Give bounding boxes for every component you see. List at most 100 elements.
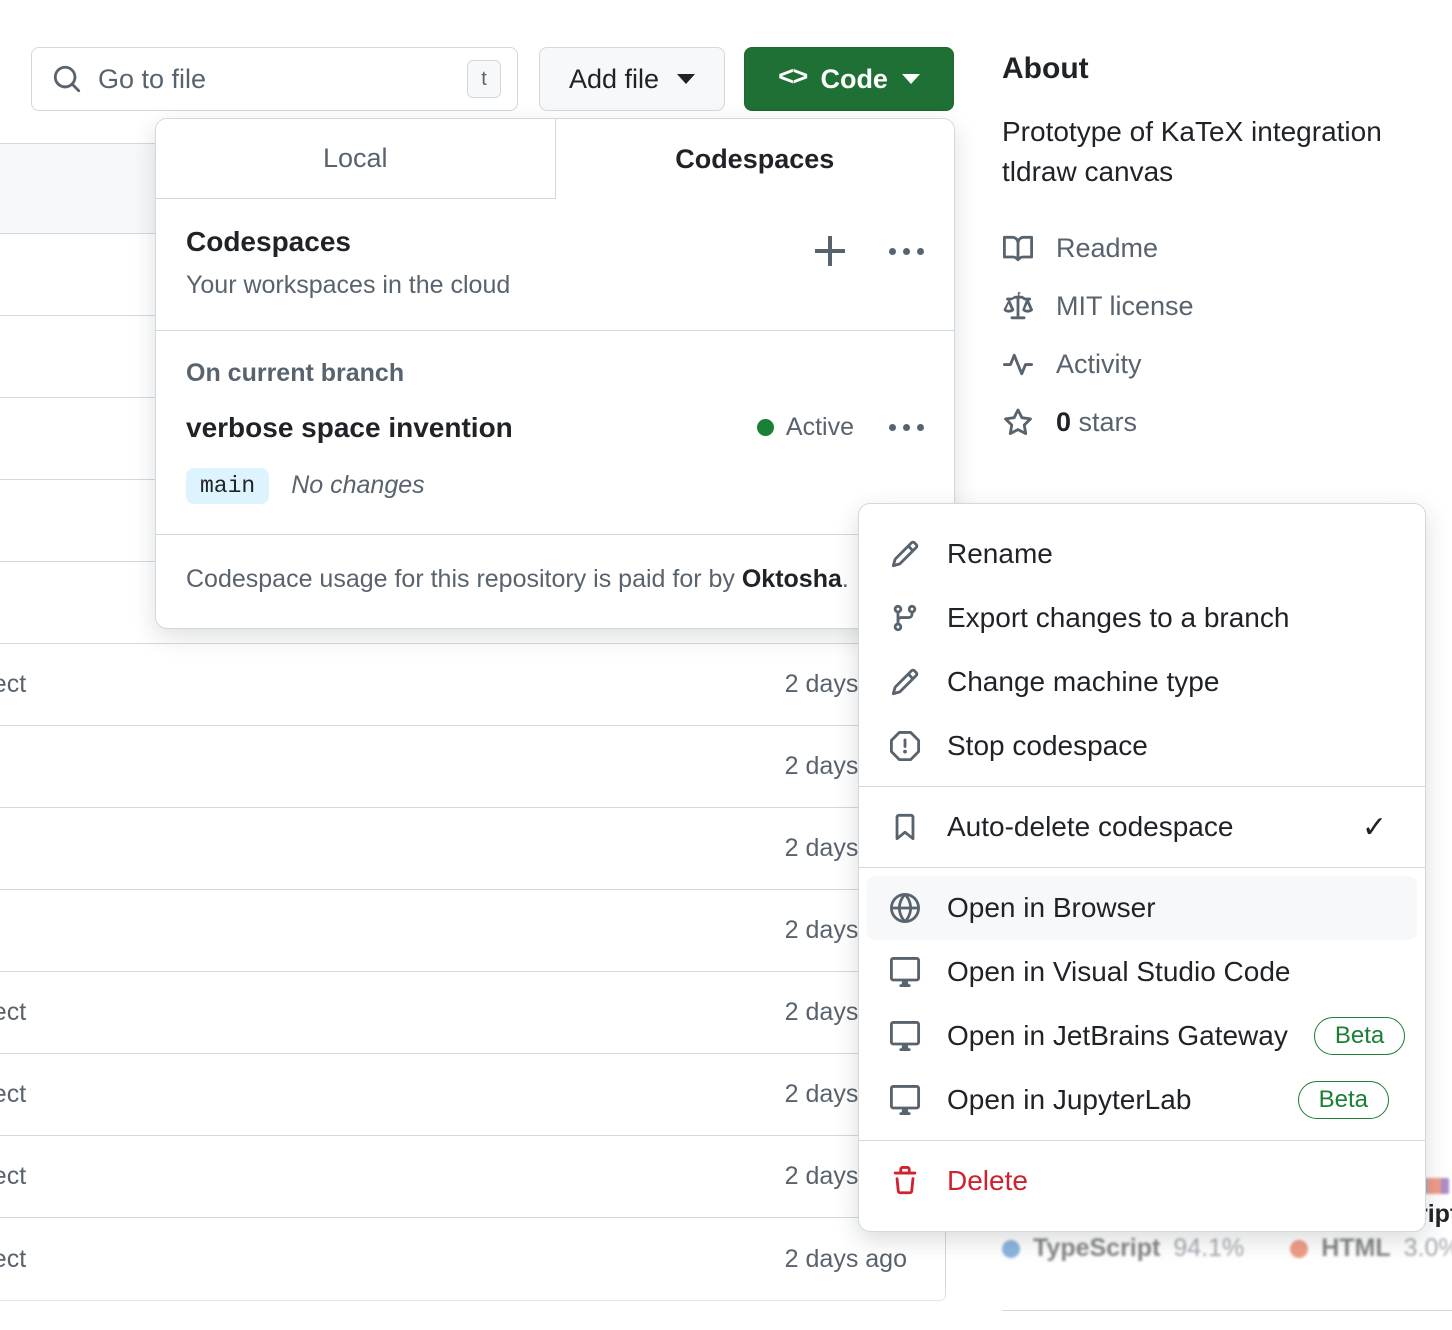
menu-item-open-in-jetbrains-gateway[interactable]: Open in JetBrains Gateway Beta xyxy=(867,1004,1417,1068)
menu-item-auto-delete-codespace[interactable]: Auto-delete codespace ✓ xyxy=(867,795,1417,859)
menu-group: Open in Browser Open in Visual Studio Cod… xyxy=(859,868,1425,1140)
language-percent: 94.1% xyxy=(1173,1234,1245,1262)
billing-text-before: Codespace usage for this repository is p… xyxy=(186,564,742,593)
codespace-list-item[interactable]: verbose space invention Active main No c… xyxy=(156,388,954,535)
codespace-status-label: Active xyxy=(785,413,854,442)
repo-page: eanupdicator sizeit empty tldrit empty t… xyxy=(0,0,1452,1330)
codespaces-title: Codespaces xyxy=(186,226,351,257)
language-bar-segment xyxy=(1440,1178,1450,1194)
add-file-label: Add file xyxy=(568,63,660,94)
menu-item-change-machine-type[interactable]: Change machine type xyxy=(867,650,1417,714)
about-link-0-stars[interactable]: 0 stars xyxy=(1002,394,1452,452)
about-link-activity[interactable]: Activity xyxy=(1002,336,1452,394)
codespaces-more-button[interactable] xyxy=(888,233,924,269)
table-row[interactable]: eanup2 days ago xyxy=(0,726,945,808)
device-desktop-icon xyxy=(889,1020,921,1052)
menu-item-open-in-browser[interactable]: Open in Browser xyxy=(867,876,1417,940)
kebab-horizontal-icon xyxy=(888,424,924,432)
beta-badge: Beta xyxy=(1297,1081,1389,1119)
menu-item-open-in-jupyterlab[interactable]: Open in JupyterLab Beta xyxy=(867,1068,1417,1132)
new-codespace-button[interactable] xyxy=(812,233,848,269)
code-panel-tablist: Local Codespaces xyxy=(156,119,954,199)
commit-message: it empty tldraw project xyxy=(0,1080,27,1108)
beta-badge: Beta xyxy=(1313,1017,1406,1055)
menu-item-export-changes-to-a-branch[interactable]: Export changes to a branch xyxy=(867,586,1417,650)
language-name: TypeScript xyxy=(1033,1234,1161,1262)
language-legend-item[interactable]: HTML 3.0% xyxy=(1290,1234,1452,1263)
table-row[interactable]: it empty tldraw project2 days ago xyxy=(0,1218,945,1300)
menu-item-label: Open in Visual Studio Code xyxy=(947,956,1291,987)
menu-item-stop-codespace[interactable]: Stop codespace xyxy=(867,714,1417,778)
menu-group: Auto-delete codespace ✓ xyxy=(859,787,1425,867)
menu-item-open-in-visual-studio-code[interactable]: Open in Visual Studio Code xyxy=(867,940,1417,1004)
add-file-button[interactable]: Add file xyxy=(539,47,725,111)
status-dot-icon xyxy=(756,419,774,437)
table-row[interactable]: it empty tldraw project2 days ago xyxy=(0,644,945,726)
tab-local[interactable]: Local xyxy=(156,119,556,199)
menu-item-delete[interactable]: Delete xyxy=(867,1149,1417,1213)
menu-item-label: Export changes to a branch xyxy=(947,602,1290,633)
tab-codespaces[interactable]: Codespaces xyxy=(555,119,954,199)
device-desktop-icon xyxy=(889,956,921,988)
about-sidebar: About Prototype of KaTeX integration tld… xyxy=(1002,52,1452,452)
language-percent: 3.0% xyxy=(1403,1234,1452,1262)
codespaces-billing-footer: Codespace usage for this repository is p… xyxy=(156,535,954,628)
about-link-mit-license[interactable]: MIT license xyxy=(1002,278,1452,336)
table-row[interactable]: it empty tldraw project2 days ago xyxy=(0,1136,945,1218)
about-link-label: MIT license xyxy=(1056,291,1194,321)
commit-message: rmula renders! xyxy=(0,916,785,945)
table-row[interactable]: rmula renders!2 days ago xyxy=(0,890,945,972)
billing-org: Oktosha xyxy=(741,564,842,593)
code-button-label: Code xyxy=(820,63,888,94)
about-links-list: Readme MIT license Activity 0 stars xyxy=(1002,220,1452,452)
search-icon xyxy=(53,65,81,93)
stop-icon xyxy=(889,730,921,762)
search-placeholder: Go to file xyxy=(98,63,207,94)
commit-message: rmula renders! xyxy=(0,834,785,863)
language-name: HTML xyxy=(1321,1234,1391,1262)
trash-icon xyxy=(889,1165,921,1197)
code-button[interactable]: <> Code xyxy=(744,47,954,111)
menu-item-label: Change machine type xyxy=(947,666,1220,697)
about-heading: About xyxy=(1002,52,1089,85)
language-color-dot xyxy=(1002,1239,1020,1258)
chevron-down-icon xyxy=(901,74,920,84)
table-row[interactable]: it empty tldraw project2 days ago xyxy=(0,1054,945,1136)
commit-message: eanup xyxy=(0,752,785,781)
table-row[interactable]: it empty tldraw project2 days ago xyxy=(0,972,945,1054)
tab-local-label: Local xyxy=(322,143,388,173)
codespace-branch-badge: main xyxy=(186,467,270,504)
chevron-down-icon xyxy=(677,74,696,84)
commit-message: it empty tldraw project xyxy=(0,670,27,698)
git-branch-icon xyxy=(889,602,921,634)
code-brackets-icon: <> xyxy=(778,64,808,94)
menu-item-label: Open in JetBrains Gateway xyxy=(947,1020,1288,1051)
about-description-line-1: Prototype of KaTeX integration xyxy=(1002,116,1382,147)
kebab-horizontal-icon xyxy=(888,247,924,255)
go-to-file-search[interactable]: Go to file t xyxy=(31,47,518,111)
language-legend-item[interactable]: TypeScript 94.1% xyxy=(1002,1234,1244,1263)
menu-group: Delete xyxy=(859,1141,1425,1221)
on-current-branch-label: On current branch xyxy=(186,358,405,387)
about-link-readme[interactable]: Readme xyxy=(1002,220,1452,278)
search-shortcut-key: t xyxy=(467,60,501,98)
menu-item-label: Rename xyxy=(947,538,1053,569)
globe-icon xyxy=(889,892,921,924)
menu-item-rename[interactable]: Rename xyxy=(867,522,1417,586)
plus-icon xyxy=(815,236,845,266)
sidebar-divider xyxy=(1002,1310,1452,1311)
commit-message: it empty tldraw project xyxy=(0,998,27,1026)
about-description-line-2: tldraw canvas xyxy=(1002,155,1174,187)
book-icon xyxy=(1002,233,1034,265)
menu-item-label: Open in JupyterLab xyxy=(947,1084,1192,1115)
codespaces-subtitle: Your workspaces in the cloud xyxy=(186,270,511,299)
codespace-more-button[interactable] xyxy=(888,410,924,446)
codespace-context-menu: Rename Export changes to a branch Change m… xyxy=(858,503,1426,1232)
codespace-status: Active xyxy=(756,413,854,442)
check-icon: ✓ xyxy=(1361,810,1387,844)
table-row[interactable]: rmula renders!2 days ago xyxy=(0,808,945,890)
language-bar-segment xyxy=(1427,1178,1441,1194)
repo-toolbar: Go to file t Add file <> Code xyxy=(0,0,990,130)
language-color-dot xyxy=(1290,1239,1309,1258)
menu-item-label: Stop codespace xyxy=(947,730,1148,761)
